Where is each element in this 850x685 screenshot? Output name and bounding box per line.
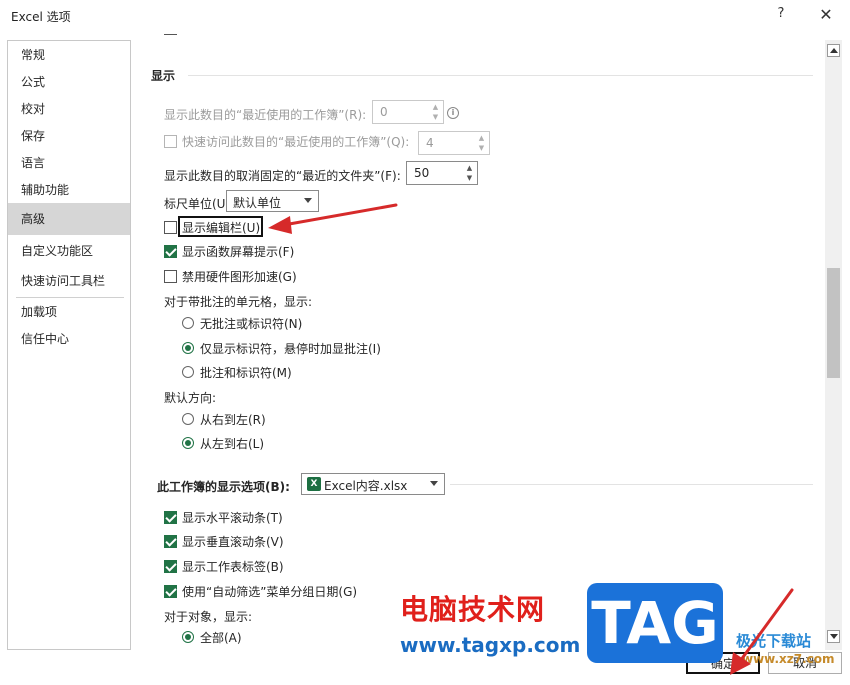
workbook-section-rule (450, 484, 813, 485)
h-scroll-label: 显示水平滚动条(T) (182, 511, 283, 525)
show-formula-bar-checkbox[interactable] (164, 221, 177, 234)
scroll-up-icon[interactable] (827, 44, 840, 57)
comments-none-radio[interactable] (182, 317, 194, 329)
sidebar-item-trust-center[interactable]: 信任中心 (8, 327, 130, 351)
objects-heading: 对于对象，显示: (164, 610, 253, 624)
spin-up-icon[interactable]: ▲ (431, 102, 440, 112)
sidebar-item-language[interactable]: 语言 (8, 151, 130, 175)
quick-access-value: 4 (426, 136, 434, 150)
sidebar-item-quick-access-toolbar[interactable]: 快速访问工具栏 (8, 269, 130, 293)
workbook-select-value: Excel内容.xlsx (324, 479, 408, 493)
ruler-units-dropdown[interactable]: 默认单位 (226, 190, 319, 212)
options-sidebar: 常规 公式 校对 保存 语言 辅助功能 高级 自定义功能区 快速访问工具栏 加载… (7, 40, 131, 650)
v-scroll-label: 显示垂直滚动条(V) (182, 535, 284, 549)
sidebar-divider (16, 297, 124, 298)
sheet-tabs-checkbox[interactable] (164, 560, 177, 573)
comments-heading: 对于带批注的单元格，显示: (164, 295, 313, 309)
sidebar-item-formulas[interactable]: 公式 (8, 70, 130, 94)
unpinned-folders-spinner[interactable]: 50 ▲ ▼ (406, 161, 478, 185)
display-section-heading: 显示 (151, 69, 176, 83)
help-button[interactable]: ? (770, 6, 792, 26)
ruler-units-label: 标尺单位(U) (164, 197, 231, 211)
watermark-site-url: www.tagxp.com (400, 633, 581, 657)
quick-access-spinner[interactable]: 4 ▲ ▼ (418, 131, 490, 155)
sidebar-item-accessibility[interactable]: 辅助功能 (8, 178, 130, 202)
direction-rtl-label: 从右到左(R) (200, 413, 266, 427)
comments-all-label: 批注和标识符(M) (200, 366, 292, 380)
workbook-select-dropdown[interactable]: X Excel内容.xlsx (301, 473, 445, 495)
sidebar-item-addins[interactable]: 加载项 (8, 300, 130, 324)
title-bar: Excel 选项 ? ✕ (0, 0, 850, 32)
sidebar-item-proofing[interactable]: 校对 (8, 97, 130, 121)
autofilter-dates-label: 使用“自动筛选”菜单分组日期(G) (182, 585, 358, 599)
scroll-thumb[interactable] (827, 268, 840, 378)
sidebar-item-customize-ribbon[interactable]: 自定义功能区 (8, 239, 130, 263)
window-title: Excel 选项 (11, 10, 71, 24)
spin-down-icon[interactable]: ▼ (477, 143, 486, 153)
excel-icon: X (307, 477, 321, 491)
function-tooltips-checkbox[interactable] (164, 245, 177, 258)
scroll-down-icon[interactable] (827, 630, 840, 643)
hw-accel-label: 禁用硬件图形加速(G) (182, 270, 297, 284)
unpinned-folders-label: 显示此数目的取消固定的“最近的文件夹”(F): (164, 169, 401, 183)
vertical-scrollbar[interactable] (825, 40, 842, 650)
comments-indicators-label: 仅显示标识符，悬停时加显批注(I) (200, 342, 381, 356)
workbook-display-heading: 此工作簿的显示选项(B): (157, 480, 290, 494)
highlight-box (178, 216, 263, 237)
comments-indicators-radio[interactable] (182, 342, 194, 354)
watermark-jg: 极光下载站 (736, 632, 812, 650)
spin-down-icon[interactable]: ▼ (431, 112, 440, 122)
function-tooltips-label: 显示函数屏幕提示(F) (182, 245, 295, 259)
objects-all-radio[interactable] (182, 631, 194, 643)
sidebar-item-advanced[interactable]: 高级 (8, 203, 130, 235)
direction-ltr-radio[interactable] (182, 437, 194, 449)
chevron-down-icon (304, 198, 312, 203)
quick-access-label: 快速访问此数目的“最近使用的工作簿”(Q): (182, 135, 410, 149)
display-section-rule (188, 75, 813, 76)
hw-accel-checkbox[interactable] (164, 270, 177, 283)
comments-all-radio[interactable] (182, 366, 194, 378)
direction-ltr-label: 从左到右(L) (200, 437, 265, 451)
recent-workbooks-label: 显示此数目的“最近使用的工作簿”(R): (164, 108, 367, 122)
quick-access-checkbox[interactable] (164, 135, 177, 148)
direction-heading: 默认方向: (164, 391, 217, 405)
cut-off-option-row (164, 34, 464, 42)
v-scroll-checkbox[interactable] (164, 535, 177, 548)
watermark-xz7: www.xz7.com (742, 652, 835, 666)
info-icon: i (447, 107, 459, 119)
comments-none-label: 无批注或标识符(N) (200, 317, 303, 331)
objects-all-label: 全部(A) (200, 631, 242, 645)
ruler-units-value: 默认单位 (233, 196, 282, 210)
recent-workbooks-value: 0 (380, 105, 388, 119)
spin-up-icon[interactable]: ▲ (465, 163, 474, 173)
sidebar-item-general[interactable]: 常规 (8, 43, 130, 67)
chevron-down-icon (430, 481, 438, 486)
spin-up-icon[interactable]: ▲ (477, 133, 486, 143)
autofilter-dates-checkbox[interactable] (164, 585, 177, 598)
cut-off-checkbox[interactable] (164, 34, 177, 35)
watermark-site-cn: 电脑技术网 (400, 593, 546, 626)
sidebar-item-save[interactable]: 保存 (8, 124, 130, 148)
direction-rtl-radio[interactable] (182, 413, 194, 425)
unpinned-folders-value: 50 (414, 166, 430, 180)
watermark-tag-logo: TAG (587, 583, 723, 663)
close-button[interactable]: ✕ (814, 5, 838, 27)
sheet-tabs-label: 显示工作表标签(B) (182, 560, 284, 574)
advanced-options-panel: 显示 显示此数目的“最近使用的工作簿”(R): 0 ▲ ▼ i 快速访问此数目的… (140, 34, 823, 650)
h-scroll-checkbox[interactable] (164, 511, 177, 524)
spin-down-icon[interactable]: ▼ (465, 173, 474, 183)
recent-workbooks-spinner[interactable]: 0 ▲ ▼ (372, 100, 444, 124)
